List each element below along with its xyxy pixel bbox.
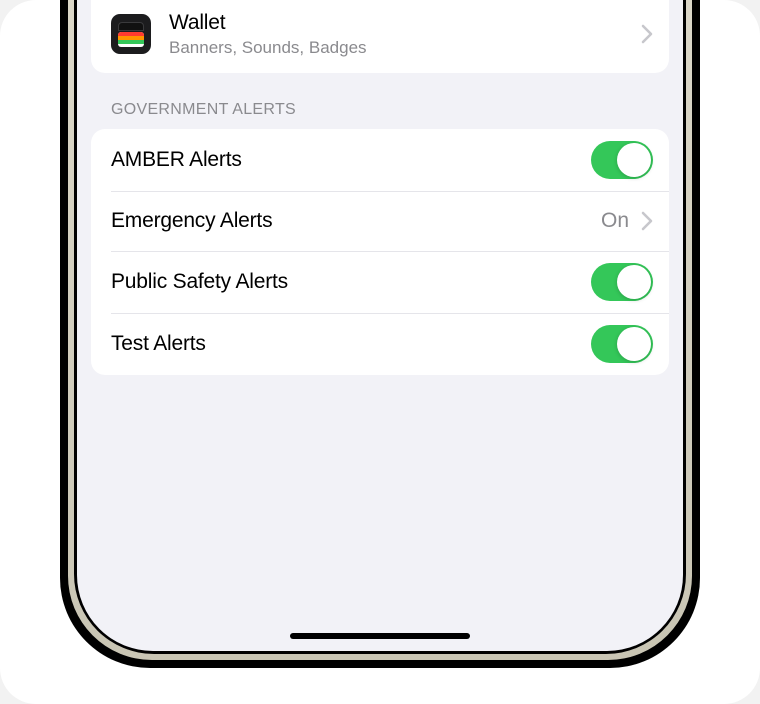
chevron-right-icon [641,24,653,44]
app-notifications-section: Tracking Notifications Banners, Sounds [91,0,669,73]
row-test-alerts[interactable]: Test Alerts [91,313,669,375]
row-emergency-alerts[interactable]: Emergency Alerts On [91,191,669,251]
row-amber-alerts[interactable]: AMBER Alerts [91,129,669,191]
app-title: Wallet [169,11,641,35]
phone-frame: Tracking Notifications Banners, Sounds [60,0,700,668]
row-title: Test Alerts [111,332,591,356]
app-row-wallet[interactable]: Wallet Banners, Sounds, Badges [91,0,669,73]
chevron-right-icon [641,211,653,231]
toggle-public-safety-alerts[interactable] [591,263,653,301]
settings-screen: Tracking Notifications Banners, Sounds [77,0,683,651]
wallet-icon [111,14,151,54]
row-title: Public Safety Alerts [111,270,591,294]
section-header-government-alerts: GOVERNMENT ALERTS [91,101,669,129]
government-alerts-section: AMBER Alerts Emergency Alerts On [91,129,669,375]
row-value: On [601,209,629,233]
row-public-safety-alerts[interactable]: Public Safety Alerts [91,251,669,313]
toggle-test-alerts[interactable] [591,325,653,363]
row-title: AMBER Alerts [111,148,591,172]
app-subtitle: Banners, Sounds, Badges [169,38,641,58]
home-indicator[interactable] [290,633,470,639]
toggle-amber-alerts[interactable] [591,141,653,179]
row-title: Emergency Alerts [111,209,601,233]
